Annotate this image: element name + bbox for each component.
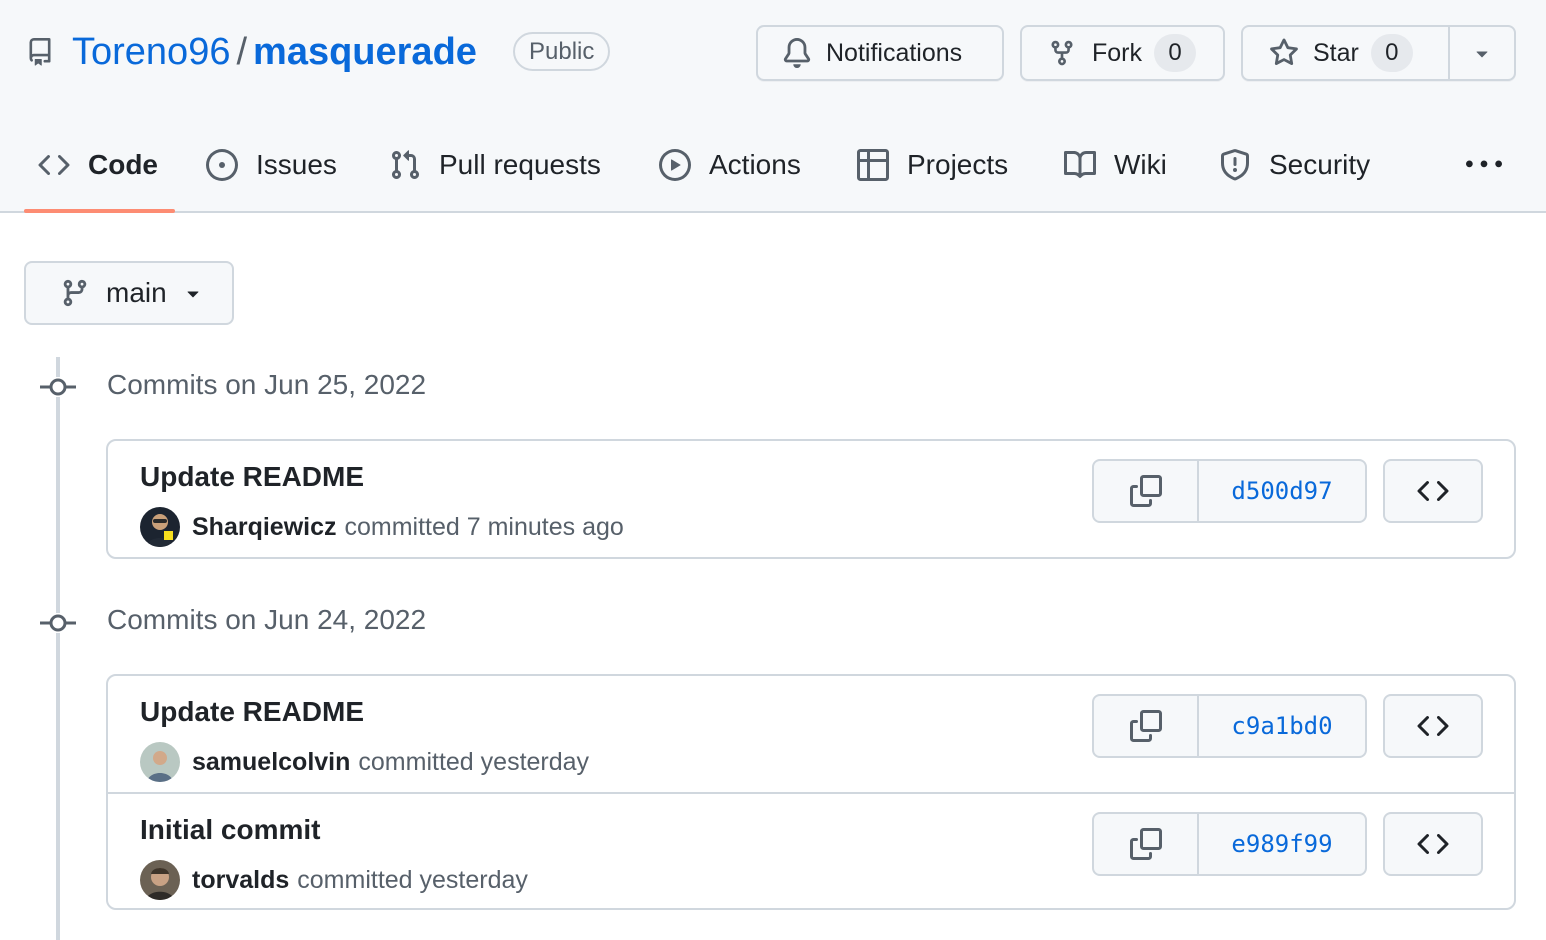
play-icon <box>659 149 691 181</box>
kebab-horizontal-icon <box>1466 160 1502 168</box>
commit-sha-link[interactable]: e989f99 <box>1199 814 1365 874</box>
avatar[interactable] <box>140 507 180 547</box>
git-pull-request-icon <box>391 150 420 180</box>
browse-files-button[interactable] <box>1383 459 1483 523</box>
code-icon <box>38 154 70 176</box>
commit-time: committed yesterday <box>358 747 590 776</box>
commit-meta: Sharqiewicz committed 7 minutes ago <box>140 507 624 547</box>
tab-label: Projects <box>907 149 1009 180</box>
repo-path-separator: / <box>236 31 248 73</box>
copy-icon <box>1129 475 1162 507</box>
tab-projects[interactable]: Projects <box>857 130 1008 200</box>
visibility-badge: Public <box>513 32 611 71</box>
git-commit-icon <box>40 613 76 633</box>
commit-time: committed 7 minutes ago <box>344 512 624 541</box>
commit-sha-link[interactable]: d500d97 <box>1199 461 1365 521</box>
browse-files-button[interactable] <box>1383 812 1483 876</box>
commit-title-link[interactable]: Initial commit <box>140 814 320 846</box>
fork-button[interactable]: Fork 0 <box>1020 25 1225 81</box>
branch-selector[interactable]: main <box>24 261 234 325</box>
copy-icon <box>1129 828 1162 860</box>
star-icon <box>1270 38 1298 66</box>
notifications-button[interactable]: Notifications <box>756 25 1004 81</box>
star-list-dropdown[interactable] <box>1450 27 1514 79</box>
commit-list: Update README Sharqiewicz committed 7 mi… <box>106 439 1516 559</box>
notifications-label: Notifications <box>826 38 963 67</box>
tab-label: Pull requests <box>439 149 601 180</box>
star-button[interactable]: Star 0 <box>1243 27 1450 79</box>
repo-name-link[interactable]: masquerade <box>253 31 477 73</box>
commit-group-heading: Commits on Jun 24, 2022 <box>107 604 427 635</box>
fork-label: Fork <box>1092 38 1142 67</box>
shield-icon <box>1221 149 1249 181</box>
triangle-down-icon <box>1476 51 1488 58</box>
commit-row: Update README Sharqiewicz committed 7 mi… <box>108 441 1514 557</box>
commit-title-link[interactable]: Update README <box>140 696 364 728</box>
commit-group-heading: Commits on Jun 25, 2022 <box>107 369 427 400</box>
commit-sha-link[interactable]: c9a1bd0 <box>1199 696 1365 756</box>
git-branch-icon <box>63 279 87 307</box>
repo-forked-icon <box>1051 40 1073 66</box>
commit-meta: torvalds committed yesterday <box>140 860 528 900</box>
git-commit-icon <box>40 377 76 397</box>
fork-counter: 0 <box>1154 34 1196 72</box>
tab-wiki[interactable]: Wiki <box>1064 130 1167 200</box>
bell-icon <box>783 38 811 68</box>
tab-code[interactable]: Code <box>38 130 158 200</box>
commit-row: Initial commit torvalds committed yester… <box>108 792 1514 908</box>
star-label: Star <box>1313 38 1359 67</box>
avatar[interactable] <box>140 742 180 782</box>
table-icon <box>857 149 889 181</box>
tab-pull-requests[interactable]: Pull requests <box>389 130 601 200</box>
code-icon <box>1417 833 1449 855</box>
tab-label: Security <box>1269 149 1371 180</box>
more-tabs-button[interactable] <box>1462 150 1506 180</box>
commit-sha-group: e989f99 <box>1092 812 1367 876</box>
book-icon <box>1064 150 1096 178</box>
repo-owner-link[interactable]: Toreno96 <box>72 31 230 73</box>
avatar[interactable] <box>140 860 180 900</box>
code-icon <box>1417 480 1449 502</box>
tab-label: Actions <box>709 149 801 180</box>
branch-name: main <box>106 277 167 308</box>
commit-sha-group: d500d97 <box>1092 459 1367 523</box>
commit-sha-group: c9a1bd0 <box>1092 694 1367 758</box>
commit-row: Update README samuelcolvin committed yes… <box>108 676 1514 792</box>
repo-header: Toreno96/masquerade Public Notifications… <box>0 0 1546 213</box>
copy-sha-button[interactable] <box>1094 814 1199 874</box>
copy-sha-button[interactable] <box>1094 696 1199 756</box>
issue-opened-icon <box>206 149 238 181</box>
commit-title-link[interactable]: Update README <box>140 461 364 493</box>
repo-nav-tabs: Code Issues Pull requests Actions Projec… <box>0 130 1546 213</box>
timeline-line <box>56 357 60 940</box>
commit-author-link[interactable]: samuelcolvin <box>192 748 350 777</box>
repo-title: Toreno96/masquerade <box>72 28 477 76</box>
triangle-down-icon <box>187 291 199 298</box>
star-button-group: Star 0 <box>1241 25 1516 81</box>
tab-label: Wiki <box>1114 149 1167 180</box>
commit-list: Update README samuelcolvin committed yes… <box>106 674 1516 910</box>
tab-security[interactable]: Security <box>1219 130 1370 200</box>
copy-sha-button[interactable] <box>1094 461 1199 521</box>
commit-author-link[interactable]: torvalds <box>192 866 289 895</box>
tab-issues[interactable]: Issues <box>206 130 337 200</box>
tab-label: Code <box>88 149 158 180</box>
repo-icon <box>29 38 51 66</box>
copy-icon <box>1129 710 1162 742</box>
browse-files-button[interactable] <box>1383 694 1483 758</box>
tab-actions[interactable]: Actions <box>659 130 801 200</box>
active-tab-indicator <box>24 209 175 213</box>
commit-meta: samuelcolvin committed yesterday <box>140 742 589 782</box>
tab-label: Issues <box>256 149 337 180</box>
star-counter: 0 <box>1370 34 1413 72</box>
commit-time: committed yesterday <box>297 865 528 894</box>
code-icon <box>1417 715 1449 737</box>
commit-author-link[interactable]: Sharqiewicz <box>192 513 337 542</box>
